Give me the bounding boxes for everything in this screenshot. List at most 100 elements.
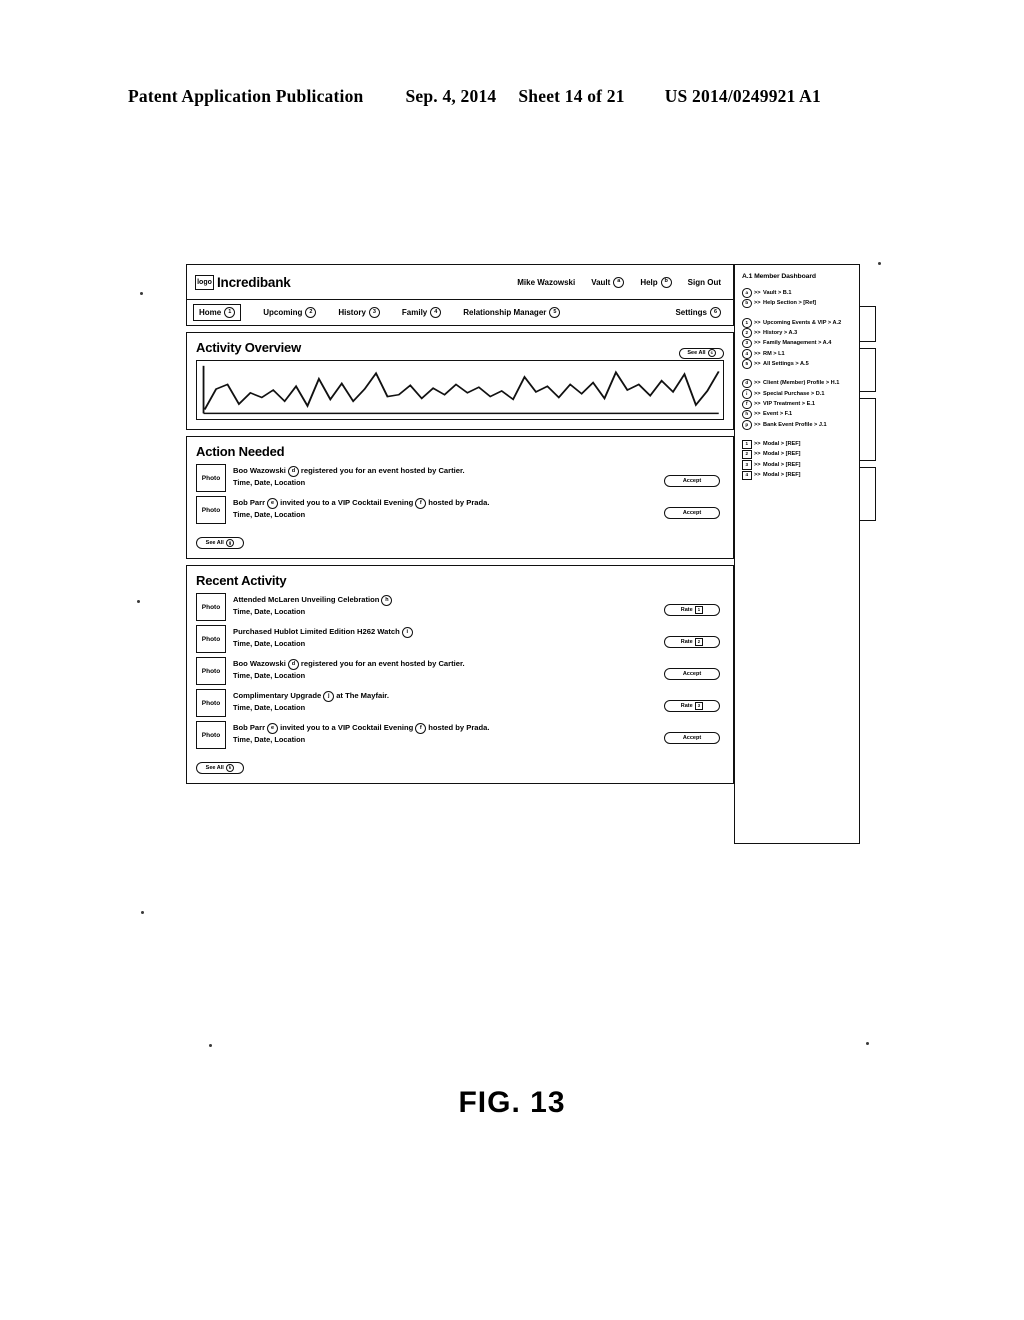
activity-overview-see-all-button[interactable]: See All c xyxy=(679,341,724,359)
tab-family-ref-icon: 4 xyxy=(430,307,442,318)
legend-arrow: >> xyxy=(754,319,761,326)
legend-arrow: >> xyxy=(754,350,761,357)
accept-button[interactable]: Accept xyxy=(664,501,720,519)
activity-overview-title: Activity Overview xyxy=(196,340,301,355)
item-description: registered you for an event hosted by Ca… xyxy=(300,659,465,669)
legend-row: 5 >> All Settings > A.5 xyxy=(742,359,852,369)
tab-home[interactable]: Home 1 xyxy=(193,304,242,321)
tab-upcoming-label: Upcoming xyxy=(263,308,303,317)
legend-label: Upcoming Events & VIP > A.2 xyxy=(763,319,842,326)
legend-row: i >> Special Purchase > D.1 xyxy=(742,389,852,399)
legend-arrow: >> xyxy=(754,401,761,408)
tab-history[interactable]: History 3 xyxy=(338,307,380,318)
modal-ref-icon: 2 xyxy=(742,449,752,460)
topnav-signout-label: Sign Out xyxy=(687,277,721,287)
patent-publication-number: US 2014/0249921 A1 xyxy=(664,86,821,106)
bank-event-ref-icon: p xyxy=(742,420,752,430)
help-ref-icon: b xyxy=(660,276,672,288)
legend-row: 4 >> Modal > [REF] xyxy=(742,470,852,481)
topnav-item-vault[interactable]: Vault a xyxy=(591,276,625,288)
legend-row: 2 >> History > A.3 xyxy=(742,328,852,338)
rate-button[interactable]: Rate 2 xyxy=(664,630,720,648)
item-meta: Time, Date, Location xyxy=(233,510,306,519)
tab-upcoming-ref-icon: 1 xyxy=(742,318,752,328)
tab-upcoming[interactable]: Upcoming 2 xyxy=(263,307,317,318)
activity-chart-svg xyxy=(202,365,720,415)
client-profile-ref-icon: d xyxy=(742,378,752,389)
recent-see-all-ref-icon: k xyxy=(225,763,235,773)
tab-rm-label: Relationship Manager xyxy=(463,308,547,317)
modal-ref-icon: 3 xyxy=(742,460,752,470)
legend-label: Bank Event Profile > J.1 xyxy=(763,421,827,428)
legend-arrow: >> xyxy=(754,380,761,387)
primary-tab-bar: Home 1 Upcoming 2 History 3 Family 4 Rel… xyxy=(186,300,734,326)
topnav-item-user[interactable]: Mike Wazowski xyxy=(517,278,575,287)
avatar: Photo xyxy=(196,657,226,685)
brand-logo[interactable]: logo Incredibank xyxy=(195,274,291,290)
rate-button[interactable]: Rate 3 xyxy=(664,694,720,712)
patent-page-header: Patent Application Publication Sep. 4, 2… xyxy=(128,86,896,107)
legend-row: 1 >> Upcoming Events & VIP > A.2 xyxy=(742,318,852,328)
patent-publication-label: Patent Application Publication xyxy=(128,86,364,106)
chart-series-line xyxy=(203,370,720,410)
accept-button[interactable]: Accept xyxy=(664,726,720,744)
tab-history-label: History xyxy=(338,308,366,317)
item-actor-name: Boo Wazowski xyxy=(233,659,286,669)
rate-button[interactable]: Rate 1 xyxy=(664,598,720,616)
list-item: Photo Bob Parr e invited you to a VIP Co… xyxy=(196,721,724,749)
list-item-text: Boo Wazowski d registered you for an eve… xyxy=(233,464,657,488)
legend-group-global: a >> Vault > B.1 b >> Help Section > [Re… xyxy=(742,288,852,309)
list-item-text: Complimentary Upgrade j at The Mayfair. … xyxy=(233,689,657,713)
top-navigation: Mike Wazowski Vault a Help b Sign Out xyxy=(517,276,725,288)
legend-row: 1 >> Modal > [REF] xyxy=(742,439,852,450)
avatar: Photo xyxy=(196,496,226,524)
legend-label: Help Section > [Ref] xyxy=(763,300,817,307)
item-description-suffix: hosted by Prada. xyxy=(428,723,490,733)
scan-speckle xyxy=(866,1042,869,1045)
action-needed-see-all-button[interactable]: See All g xyxy=(196,531,724,549)
settings-ref-icon: 6 xyxy=(710,307,721,318)
accept-button[interactable]: Accept xyxy=(664,662,720,680)
item-actor-name: Bob Parr xyxy=(233,498,266,508)
tab-family[interactable]: Family 4 xyxy=(401,307,442,318)
scan-speckle xyxy=(137,600,140,603)
avatar: Photo xyxy=(196,721,226,749)
legend-label: All Settings > A.5 xyxy=(763,361,809,368)
client-profile-ref-icon: d xyxy=(287,466,299,477)
item-description-suffix: at The Mayfair. xyxy=(336,691,389,701)
tab-settings-label: Settings xyxy=(675,308,707,317)
topnav-item-signout[interactable]: Sign Out xyxy=(688,278,721,287)
recent-activity-list: Photo Attended McLaren Unveiling Celebra… xyxy=(196,593,724,749)
legend-label: Special Purchase > D.1 xyxy=(763,390,825,397)
accept-button-label: Accept xyxy=(682,478,702,484)
legend-arrow: >> xyxy=(754,390,761,397)
tab-settings[interactable]: Settings 6 xyxy=(675,307,725,318)
item-description: Complimentary Upgrade xyxy=(233,691,322,701)
accept-button-label: Accept xyxy=(682,671,702,677)
legend-arrow: >> xyxy=(754,441,761,448)
activity-see-all-label: See All xyxy=(687,350,706,356)
legend-arrow: >> xyxy=(754,290,761,296)
legend-row: h >> Event > F.1 xyxy=(742,409,852,420)
avatar: Photo xyxy=(196,593,226,621)
topnav-help-label: Help xyxy=(640,277,658,287)
list-item-text: Attended McLaren Unveiling Celebration h… xyxy=(233,593,657,617)
legend-label: Family Management > A.4 xyxy=(763,340,832,347)
application-window: logo Incredibank Mike Wazowski Vault a H… xyxy=(186,264,734,784)
event-ref-icon: h xyxy=(381,595,393,606)
activity-see-all-ref-icon: c xyxy=(707,348,716,358)
accept-button[interactable]: Accept xyxy=(664,469,720,487)
tab-relationship-manager[interactable]: Relationship Manager 5 xyxy=(463,307,561,318)
action-see-all-ref-icon: g xyxy=(225,538,235,548)
item-meta: Time, Date, Location xyxy=(233,703,306,712)
action-needed-list: Photo Boo Wazowski d registered you for … xyxy=(196,464,724,524)
legend-arrow: >> xyxy=(754,411,761,418)
activity-line-chart xyxy=(196,360,724,420)
vip-treatment-ref-icon: f xyxy=(415,498,427,509)
topnav-item-help[interactable]: Help b xyxy=(640,276,672,288)
tab-family-label: Family xyxy=(401,308,428,317)
modal-ref-icon: 1 xyxy=(742,439,752,450)
item-meta: Time, Date, Location xyxy=(233,607,306,616)
recent-activity-see-all-button[interactable]: See All k xyxy=(196,756,724,774)
reference-legend-panel: A.1 Member Dashboard a >> Vault > B.1 b … xyxy=(734,264,860,844)
